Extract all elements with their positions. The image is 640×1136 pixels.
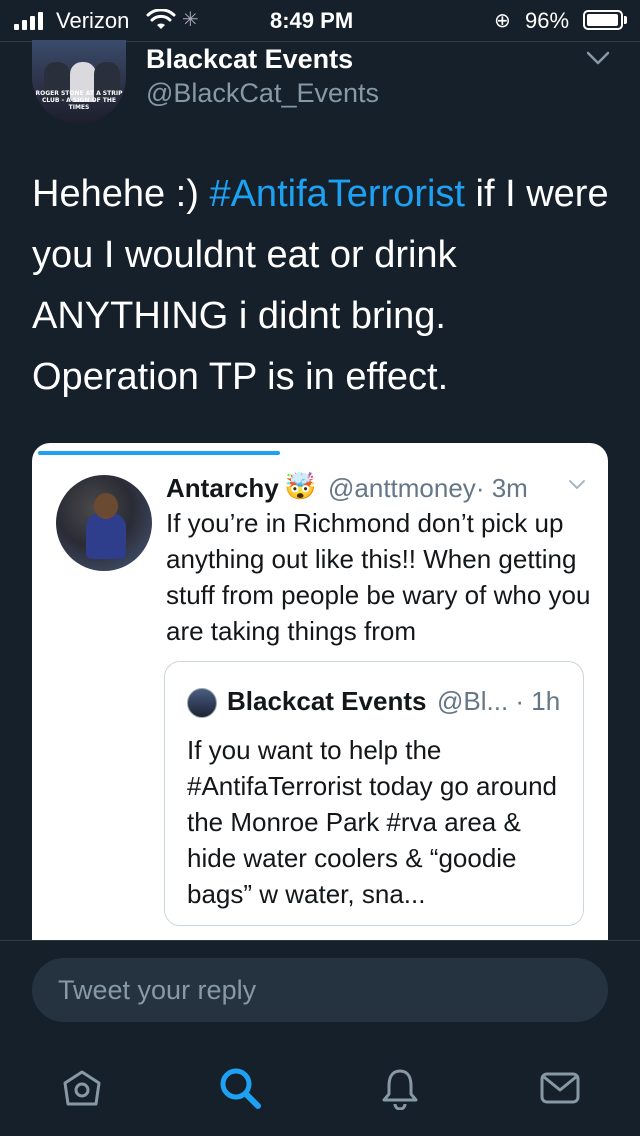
avatar-figure	[86, 513, 126, 559]
reply-placeholder: Tweet your reply	[58, 975, 257, 1005]
battery-percent: 96%	[525, 8, 570, 33]
quoted-author-handle[interactable]: @anttmoney· 3m	[328, 473, 528, 504]
signal-icon	[14, 10, 43, 30]
home-icon	[63, 1070, 101, 1106]
battery-fill	[587, 14, 618, 26]
hashtag-link[interactable]: #AntifaTerrorist	[209, 173, 465, 215]
mind-blown-emoji-icon: 🤯	[284, 471, 317, 501]
author-name[interactable]: Blackcat Events	[146, 44, 353, 75]
tweet-text-start: Hehehe :)	[32, 173, 210, 215]
tab-search[interactable]	[216, 1064, 264, 1112]
notifications-icon	[382, 1069, 418, 1110]
status-bar: Verizon ✳ 8:49 PM ⊕ 96%	[0, 0, 640, 40]
status-time: 8:49 PM	[270, 8, 354, 33]
avatar[interactable]: ROGER STONE AT A STRIP CLUB - A SIGN OF …	[32, 40, 126, 124]
wifi-icon	[146, 9, 176, 29]
search-icon	[220, 1068, 261, 1109]
nested-quoted-tweet[interactable]: Blackcat Events @Bl... · 1h If you want …	[164, 661, 584, 926]
nested-tweet-text: If you want to help the #AntifaTerrorist…	[187, 735, 557, 909]
tweet-text: Hehehe :) #AntifaTerrorist if I were you…	[32, 164, 612, 408]
orientation-lock-icon: ⊕	[494, 10, 511, 32]
tab-messages[interactable]	[536, 1064, 584, 1112]
tab-bar	[0, 1060, 640, 1120]
reply-input[interactable]: Tweet your reply	[32, 958, 608, 1022]
carrier-label: Verizon	[56, 8, 130, 33]
quoted-author-name[interactable]: Antarchy	[166, 473, 279, 504]
avatar-figure	[94, 493, 118, 519]
nested-author-handle: @Bl... · 1h	[437, 686, 561, 716]
author-handle[interactable]: @BlackCat_Events	[146, 78, 379, 109]
quoted-time: · 3m	[475, 473, 528, 503]
tab-home[interactable]	[58, 1064, 106, 1112]
battery-tip	[624, 16, 627, 24]
chevron-down-icon[interactable]	[568, 479, 586, 491]
nested-author-name: Blackcat Events	[227, 686, 427, 716]
progress-bar	[38, 451, 280, 455]
quoted-handle-text: @anttmoney	[328, 473, 476, 503]
quoted-avatar[interactable]	[56, 475, 152, 571]
nested-avatar	[187, 688, 217, 718]
tab-notifications[interactable]	[376, 1064, 424, 1112]
battery-icon	[583, 10, 623, 30]
chevron-down-icon[interactable]	[586, 50, 610, 66]
quoted-tweet-text: If you’re in Richmond don’t pick up anyt…	[166, 508, 591, 646]
activity-spinner-icon: ✳	[182, 9, 199, 31]
messages-icon	[540, 1072, 580, 1104]
avatar-caption: ROGER STONE AT A STRIP CLUB - A SIGN OF …	[35, 90, 123, 111]
quoted-tweet-card[interactable]: Antarchy 🤯 @anttmoney· 3m If you’re in R…	[32, 443, 608, 963]
